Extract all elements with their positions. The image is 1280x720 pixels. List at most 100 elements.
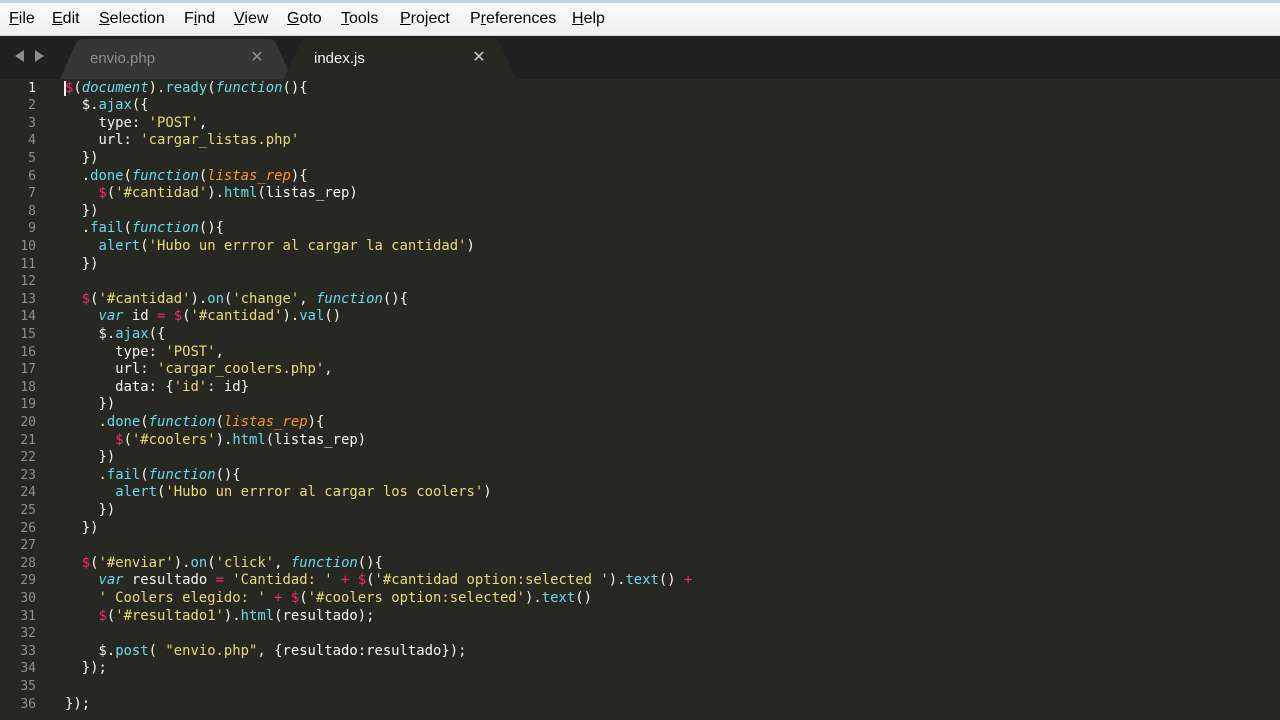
menu-tools[interactable]: Tools: [341, 10, 378, 28]
code-line[interactable]: .done(function(listas_rep){: [65, 414, 324, 432]
code-line[interactable]: type: 'POST',: [65, 115, 207, 133]
token-plain: ({: [148, 326, 166, 342]
menu-preferences[interactable]: Preferences: [470, 10, 556, 28]
token-string: '#coolers': [131, 431, 216, 448]
token-operator: $: [357, 572, 367, 589]
line-number: 31: [20, 608, 36, 624]
token-string: 'change': [232, 290, 300, 307]
code-editor[interactable]: 1 2 3 4 5 6 7 8 9 10 11 12 13 14 15 16 17 18 19 20 21 22 23 24 2…: [0, 79, 1280, 720]
token-string: 'Cantidad: ': [232, 572, 333, 589]
code-line[interactable]: alert('Hubo un errror al cargar la canti…: [65, 238, 474, 256]
menu-edit[interactable]: Edit: [52, 10, 80, 28]
line-number: 34: [20, 661, 36, 677]
code-line[interactable]: $.ajax({: [65, 97, 149, 115]
tab-envio-php[interactable]: envio.php ✕: [60, 38, 292, 79]
tab-scroll-right-icon[interactable]: [35, 50, 44, 62]
code-line[interactable]: var resultado = 'Cantidad: ' + $('#canti…: [65, 572, 692, 590]
token-plain: (){: [282, 79, 308, 96]
code-area[interactable]: $(document).ready(function(){ $.ajax({ t…: [65, 79, 1280, 720]
code-line[interactable]: .fail(function(){: [65, 466, 241, 485]
menu-selection[interactable]: Selection: [99, 10, 165, 28]
token-plain: url:: [65, 361, 157, 378]
code-line[interactable]: $('#coolers').html(listas_rep): [65, 432, 366, 450]
tab-scroll-left-icon[interactable]: [15, 50, 24, 62]
code-line[interactable]: var id = $('#cantidad').val(): [65, 308, 341, 326]
code-line[interactable]: }): [65, 150, 99, 168]
line-number: 15: [20, 327, 36, 342]
code-line[interactable]: }): [65, 202, 99, 221]
code-line[interactable]: $('#cantidad').html(listas_rep): [65, 185, 357, 203]
line-number: 20: [20, 415, 36, 430]
token-plain: $.: [65, 97, 99, 114]
menu-file[interactable]: File: [9, 10, 35, 28]
token-plain: ).: [207, 185, 224, 202]
code-line[interactable]: $('#cantidad').on('change', function(){: [65, 291, 408, 309]
token-plain: (){: [215, 466, 241, 483]
token-operator: $: [98, 607, 107, 624]
token-func: fail: [90, 220, 124, 237]
code-line[interactable]: }): [65, 449, 115, 467]
code-line[interactable]: }): [65, 502, 115, 520]
token-plain: id: [123, 308, 157, 325]
token-plain: }): [65, 502, 116, 518]
token-string: 'cargar_coolers.php': [157, 361, 325, 378]
token-plain: resultado: [123, 572, 216, 589]
token-plain: (): [575, 590, 592, 606]
code-line[interactable]: $.post( "envio.php", {resultado:resultad…: [65, 643, 466, 661]
code-line[interactable]: }): [65, 256, 99, 274]
close-icon[interactable]: ✕: [248, 48, 266, 66]
token-string: '#cantidad': [190, 308, 283, 325]
tab-index-js[interactable]: index.js ✕: [284, 38, 516, 79]
code-line[interactable]: $.ajax({: [65, 326, 165, 344]
token-plain: ): [483, 484, 492, 501]
token-plain: (: [123, 167, 132, 184]
code-line[interactable]: $('#resultado1').html(resultado);: [65, 608, 374, 626]
token-operator: $: [115, 431, 124, 448]
token-keyword: function: [315, 290, 383, 307]
line-number: 16: [20, 344, 36, 360]
token-plain: .: [65, 466, 107, 483]
code-line[interactable]: ' Coolers elegido: ' + $('#coolers optio…: [65, 590, 592, 608]
line-number: 26: [20, 520, 36, 536]
close-icon[interactable]: ✕: [470, 48, 488, 66]
line-number: 13: [20, 291, 36, 307]
line-number: 4: [28, 133, 36, 149]
line-number: 18: [20, 379, 36, 395]
code-line[interactable]: alert('Hubo un errror al cargar los cool…: [65, 484, 492, 502]
menu-view[interactable]: View: [234, 10, 268, 28]
code-line[interactable]: .fail(function(){: [65, 220, 224, 238]
code-line[interactable]: url: 'cargar_coolers.php',: [65, 361, 332, 379]
code-line[interactable]: url: 'cargar_listas.php': [65, 132, 299, 150]
code-line[interactable]: $('#enviar').on('click', function(){: [65, 555, 383, 573]
token-plain: ,: [299, 290, 316, 307]
token-func: alert: [98, 238, 141, 254]
menu-find[interactable]: Find: [184, 10, 215, 28]
code-line[interactable]: }): [65, 396, 115, 414]
code-line[interactable]: type: 'POST',: [65, 344, 224, 362]
token-plain: (: [140, 466, 149, 483]
token-keyword: var: [98, 572, 124, 589]
menu-help[interactable]: Help: [572, 10, 605, 28]
code-line[interactable]: }): [65, 520, 99, 538]
line-number: 29: [20, 573, 36, 589]
code-line[interactable]: });: [65, 696, 90, 714]
line-number: 3: [28, 115, 36, 131]
code-line[interactable]: $(document).ready(function(){: [65, 80, 308, 98]
token-keyword: function: [148, 466, 216, 483]
token-plain: }): [65, 202, 99, 219]
token-operator: $: [81, 290, 91, 307]
token-operator: $: [98, 185, 107, 202]
code-line[interactable]: });: [65, 660, 107, 678]
menu-project[interactable]: Project: [400, 10, 450, 28]
line-number: 17: [20, 362, 36, 378]
menu-goto[interactable]: Goto: [287, 10, 322, 28]
line-number: 7: [28, 186, 36, 202]
code-line[interactable]: .done(function(listas_rep){: [65, 168, 308, 186]
code-line[interactable]: data: {'id': id}: [65, 379, 249, 397]
